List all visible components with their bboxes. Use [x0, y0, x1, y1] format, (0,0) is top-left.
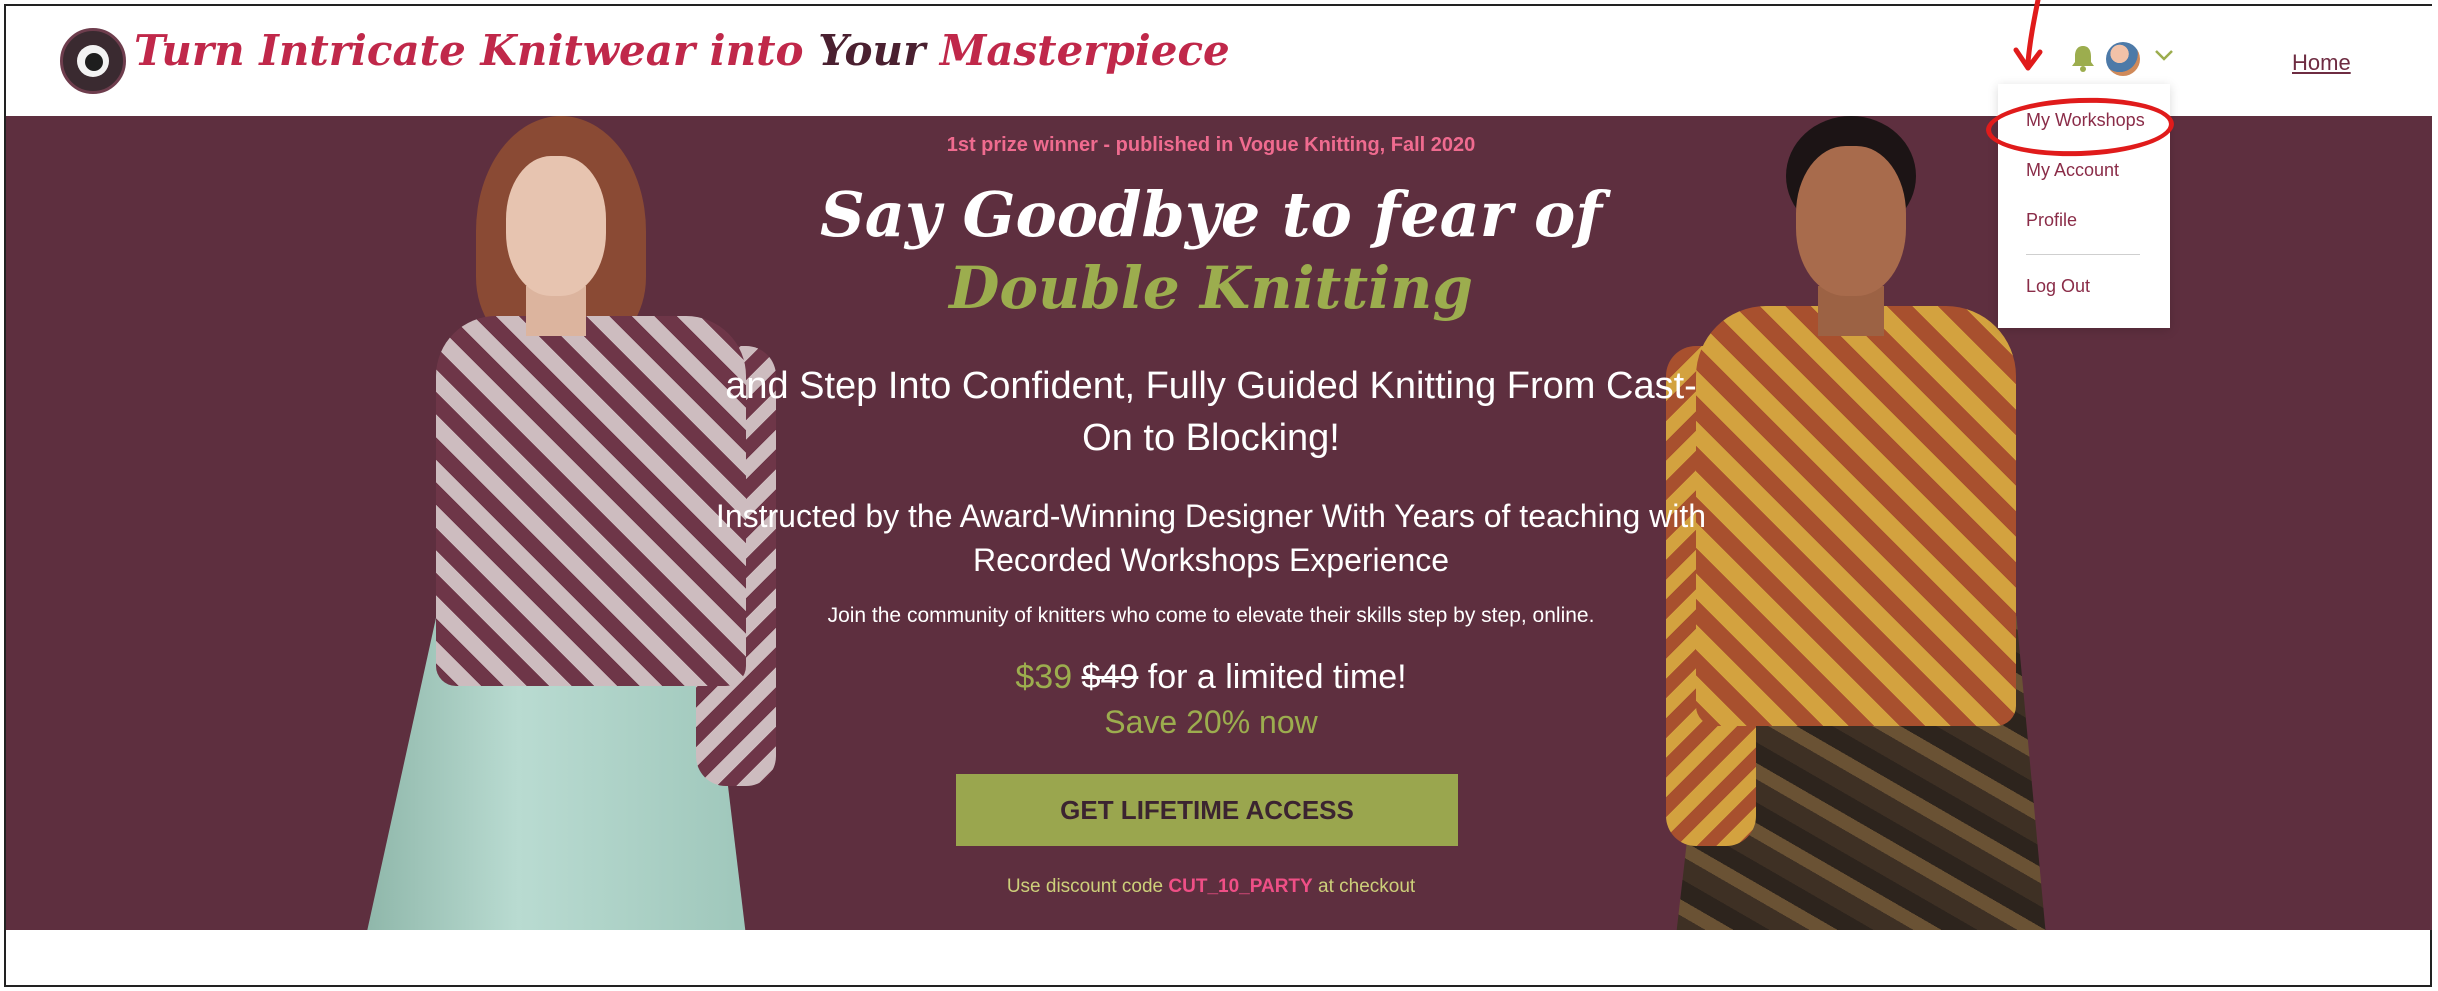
price-old: $49 [1081, 658, 1139, 696]
site-title-part1: Turn Intricate Knitwear into [134, 26, 819, 75]
award-tagline: 1st prize winner - published in Vogue Kn… [946, 134, 1476, 156]
user-avatar[interactable] [2106, 42, 2140, 76]
headline-line1: Say Goodbye to fear of [819, 178, 1603, 251]
right-model-sweater [1696, 306, 2016, 726]
right-model-face [1796, 146, 1906, 296]
headline-line2: Double Knitting [949, 254, 1473, 322]
price-line: $39 $49 for a limited time! [706, 658, 1716, 697]
discount-code: CUT_10_PARTY [1168, 876, 1313, 897]
discount-text: Use discount code CUT_10_PARTY at checko… [706, 876, 1716, 898]
site-title-part2: Your [818, 26, 926, 75]
logo-squirrel-icon [85, 53, 103, 71]
menu-item-my-account[interactable]: My Account [2026, 160, 2119, 181]
discount-suffix: at checkout [1312, 876, 1416, 897]
chevron-down-icon[interactable] [2154, 48, 2174, 62]
nav-home-link[interactable]: Home [2292, 50, 2351, 76]
left-model-face [506, 156, 606, 296]
menu-item-profile[interactable]: Profile [2026, 210, 2077, 231]
left-model-sweater [436, 316, 746, 686]
site-title[interactable]: Turn Intricate Knitwear into Your Master… [134, 26, 1230, 75]
menu-divider [2026, 254, 2140, 255]
save-text: Save 20% now [1104, 704, 1318, 740]
discount-prefix: Use discount code [1006, 876, 1169, 897]
price-suffix: for a limited time! [1147, 658, 1407, 696]
annotation-arrow-icon [2013, 0, 2043, 71]
community-text: Join the community of knitters who come … [827, 604, 1595, 627]
instructor-text: Instructed by the Award-Winning Designer… [715, 498, 1707, 578]
get-lifetime-access-button[interactable]: GET LIFETIME ACCESS [956, 774, 1458, 846]
subheadline: and Step Into Confident, Fully Guided Kn… [725, 365, 1697, 459]
bell-icon[interactable] [2070, 44, 2096, 72]
menu-item-log-out[interactable]: Log Out [2026, 276, 2090, 297]
price-new: $39 [1015, 658, 1073, 696]
site-logo[interactable] [60, 28, 126, 94]
site-title-part3: Masterpiece [925, 26, 1230, 75]
